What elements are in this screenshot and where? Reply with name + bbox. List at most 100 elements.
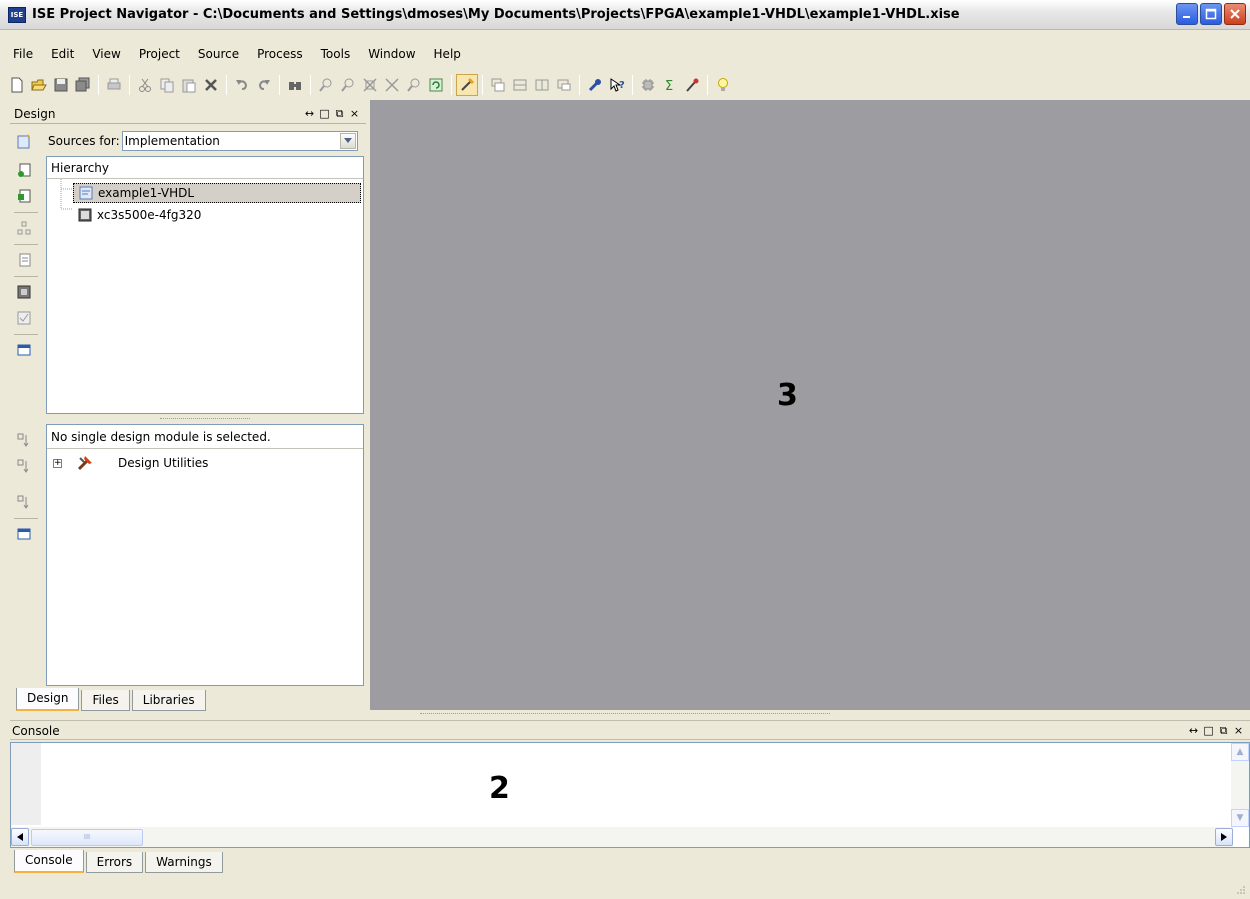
panel-layout-icon[interactable] <box>16 342 32 358</box>
sources-for-select[interactable]: Implementation <box>121 131 358 151</box>
redo-icon[interactable] <box>253 74 275 96</box>
tab-console[interactable]: Console <box>14 850 84 873</box>
tile-vertical-icon[interactable] <box>531 74 553 96</box>
add-source-icon[interactable] <box>16 162 32 178</box>
find-icon[interactable] <box>284 74 306 96</box>
project-icon <box>79 186 93 200</box>
new-source-icon[interactable] <box>16 134 32 150</box>
pane-splitter[interactable] <box>46 416 364 422</box>
tree-item-project[interactable]: example1-VHDL <box>73 183 361 203</box>
hierarchy-icon[interactable] <box>16 220 32 236</box>
rerun-process-icon[interactable] <box>16 458 32 474</box>
design-tabs: Design Files Libraries <box>16 688 208 711</box>
design-side-toolbar <box>10 126 44 682</box>
tab-errors[interactable]: Errors <box>85 852 144 873</box>
tab-design[interactable]: Design <box>16 688 80 711</box>
toolbar-separator <box>482 75 483 95</box>
float-icon[interactable]: ↔ <box>304 104 315 124</box>
restore-pane-icon[interactable]: ⧉ <box>1218 721 1229 741</box>
toolbar: ? Σ <box>0 70 1250 100</box>
rerun-all-icon[interactable] <box>16 494 32 510</box>
expand-icon[interactable]: + <box>53 458 62 468</box>
print-icon[interactable] <box>103 74 125 96</box>
chevron-down-icon[interactable] <box>339 133 356 149</box>
processes-header: No single design module is selected. <box>47 425 363 449</box>
chip-icon[interactable] <box>637 74 659 96</box>
sum-icon[interactable]: Σ <box>659 74 681 96</box>
tree-item-device[interactable]: xc3s500e-4fg320 <box>77 205 201 225</box>
source-file-icon[interactable] <box>16 252 32 268</box>
properties-icon[interactable] <box>584 74 606 96</box>
save-all-icon[interactable] <box>72 74 94 96</box>
scroll-left-icon[interactable] <box>11 828 29 846</box>
maximize-pane-icon[interactable]: □ <box>319 104 330 124</box>
paste-icon[interactable] <box>178 74 200 96</box>
tip-icon[interactable] <box>712 74 734 96</box>
menu-edit[interactable]: Edit <box>42 44 83 64</box>
process-layout-icon[interactable] <box>16 526 32 542</box>
maximize-button[interactable] <box>1200 3 1222 25</box>
console-title: Console <box>12 724 60 738</box>
menu-help[interactable]: Help <box>425 44 470 64</box>
tab-files[interactable]: Files <box>81 690 130 711</box>
run-process-icon[interactable] <box>16 432 32 448</box>
horizontal-scrollbar[interactable]: III <box>11 827 1233 847</box>
tile-horizontal-icon[interactable] <box>509 74 531 96</box>
title-bar[interactable]: ISE ISE Project Navigator - C:\Documents… <box>0 0 1250 30</box>
probe-icon[interactable] <box>681 74 703 96</box>
zoom-fit-icon[interactable] <box>359 74 381 96</box>
menu-project[interactable]: Project <box>130 44 189 64</box>
window-list-icon[interactable] <box>553 74 575 96</box>
implement-icon[interactable] <box>456 74 478 96</box>
design-panel-header: Design ↔ □ ⧉ × <box>10 104 366 124</box>
tree-item-label: example1-VHDL <box>98 186 195 200</box>
chip-view-icon[interactable] <box>16 284 32 300</box>
menu-window[interactable]: Window <box>359 44 424 64</box>
toolbar-separator <box>129 75 130 95</box>
toolbar-separator <box>98 75 99 95</box>
horizontal-splitter[interactable] <box>0 710 1250 720</box>
delete-icon[interactable] <box>200 74 222 96</box>
tab-libraries[interactable]: Libraries <box>131 690 206 711</box>
toolbar-separator <box>279 75 280 95</box>
scroll-thumb[interactable]: III <box>31 828 143 846</box>
help-icon[interactable]: ? <box>606 74 628 96</box>
scroll-up-icon[interactable]: ▲ <box>1231 743 1249 761</box>
close-button[interactable] <box>1224 3 1246 25</box>
check-icon[interactable] <box>16 310 32 326</box>
close-pane-icon[interactable]: × <box>1233 721 1244 741</box>
menu-view[interactable]: View <box>83 44 129 64</box>
close-pane-icon[interactable]: × <box>349 104 360 124</box>
maximize-pane-icon[interactable]: □ <box>1203 721 1214 741</box>
strip-separator <box>14 244 38 245</box>
menu-tools[interactable]: Tools <box>312 44 360 64</box>
refresh-icon[interactable] <box>425 74 447 96</box>
strip-separator <box>14 334 38 335</box>
undo-icon[interactable] <box>231 74 253 96</box>
new-icon[interactable] <box>6 74 28 96</box>
open-icon[interactable] <box>28 74 50 96</box>
process-item-design-utilities[interactable]: + Design Utilities <box>51 453 208 473</box>
minimize-button[interactable] <box>1176 3 1198 25</box>
zoom-full-icon[interactable] <box>381 74 403 96</box>
vertical-scrollbar[interactable]: ▲ ▼ <box>1231 743 1249 827</box>
scroll-right-icon[interactable] <box>1215 828 1233 846</box>
menu-process[interactable]: Process <box>248 44 312 64</box>
menu-source[interactable]: Source <box>189 44 248 64</box>
add-copy-source-icon[interactable] <box>16 188 32 204</box>
zoom-select-icon[interactable] <box>403 74 425 96</box>
console-output[interactable]: 2 ▲ ▼ III <box>10 742 1250 848</box>
zoom-out-icon[interactable] <box>337 74 359 96</box>
scroll-down-icon[interactable]: ▼ <box>1231 809 1249 827</box>
tab-warnings[interactable]: Warnings <box>145 852 223 873</box>
float-icon[interactable]: ↔ <box>1188 721 1199 741</box>
cascade-icon[interactable] <box>487 74 509 96</box>
save-icon[interactable] <box>50 74 72 96</box>
zoom-in-icon[interactable] <box>315 74 337 96</box>
cut-icon[interactable] <box>134 74 156 96</box>
restore-pane-icon[interactable]: ⧉ <box>334 104 345 124</box>
tools-icon <box>77 456 92 471</box>
copy-icon[interactable] <box>156 74 178 96</box>
menu-file[interactable]: File <box>4 44 42 64</box>
resize-grip-icon[interactable] <box>1236 885 1246 895</box>
